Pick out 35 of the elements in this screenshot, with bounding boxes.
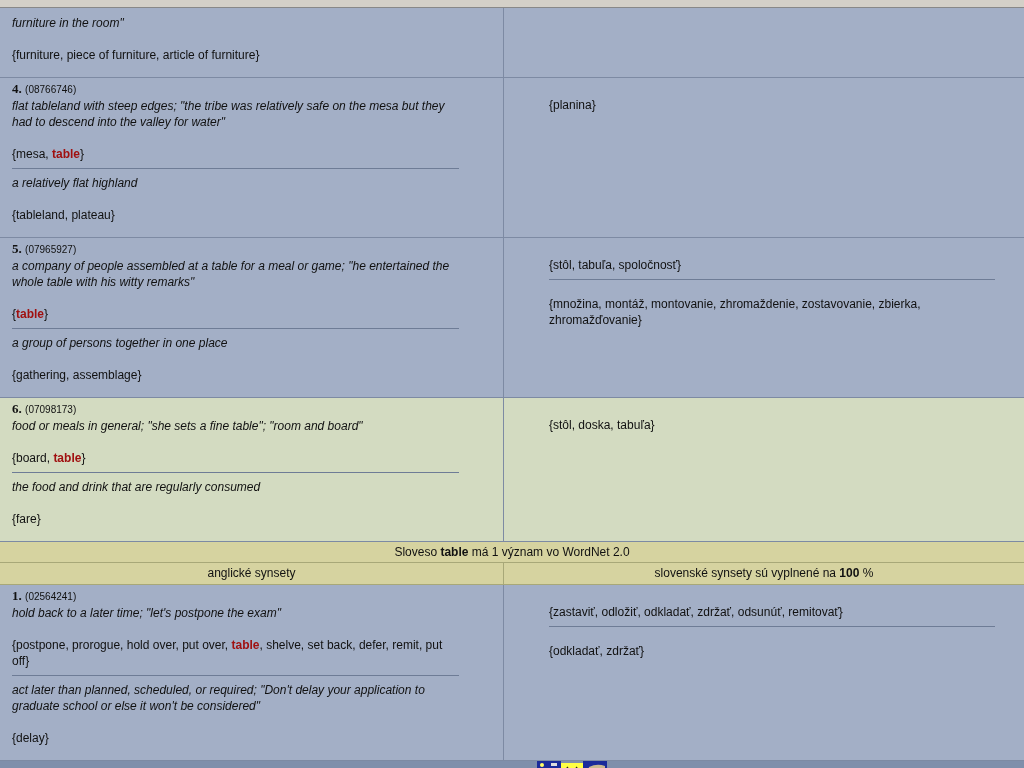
synset-text: {board, table} xyxy=(12,450,87,466)
slovak-synset: {množina, montáž, montovanie, zhromaždenie, zostavovanie, zbierka, zhromažďovanie} xyxy=(549,296,922,328)
sense-number: 6. xyxy=(12,401,22,416)
gloss-text: furniture in the room" xyxy=(12,15,125,31)
synset-text: {gathering, assemblage} xyxy=(12,367,143,383)
slovak-synset: {stôl, tabuľa, spoločnosť} xyxy=(549,257,683,273)
synset-text: {postpone, prorogue, hold over, put over, table, shelve, set back, defer, remit, put off} xyxy=(12,637,444,669)
sense-number: 5. xyxy=(12,241,22,256)
gloss-text: hold back to a later time; "let's postpone the exam" xyxy=(12,605,283,621)
sense-number: 1. xyxy=(12,588,22,603)
synset-text: {tableland, plateau} xyxy=(12,207,116,223)
synset-text: {fare} xyxy=(12,511,42,527)
slovak-synset: {planina} xyxy=(549,97,597,113)
gloss-text: a company of people assembled at a table for a meal or game; "he entertained the whole table with his witty remarks" xyxy=(12,258,451,290)
gloss-text: the food and drink that are regularly consumed xyxy=(12,479,262,495)
synset-text: {table} xyxy=(12,306,50,322)
synset-text: {furniture, piece of furniture, article of furniture} xyxy=(12,47,261,63)
column-header: anglické synsety xyxy=(0,563,504,584)
synset-id: (07965927) xyxy=(25,244,77,255)
gloss-text: act later than planned, scheduled, or required; "Don't delay your application to graduate school or else it won't be considered" xyxy=(12,682,426,714)
gloss-text: a group of persons together in one place xyxy=(12,335,229,351)
synset-text: {mesa, table} xyxy=(12,146,86,162)
synset-text: {delay} xyxy=(12,730,50,746)
synset-id: (07098173) xyxy=(25,404,77,415)
gloss-text: a relatively flat highland xyxy=(12,175,139,191)
section-heading: Sloveso table má 1 význam vo WordNet 2.0 xyxy=(0,542,1024,563)
slovak-synset: {stôl, doska, tabuľa} xyxy=(549,417,656,433)
slovak-synset: {zastaviť, odložiť, odkladať, zdržať, odsunúť, remitovať} xyxy=(549,604,844,620)
column-header: slovenské synsety sú vyplnené na 100 % xyxy=(653,565,875,582)
gloss-text: flat tableland with steep edges; "the tribe was relatively safe on the mesa but they had to descend into the valley for water" xyxy=(12,98,446,130)
synset-id: (02564241) xyxy=(25,591,77,602)
sense-number: 4. xyxy=(12,81,22,96)
synset-id: (08766746) xyxy=(25,84,77,95)
slovak-synset: {odkladať, zdržať} xyxy=(549,643,646,659)
gloss-text: food or meals in general; "she sets a fine table"; "room and board" xyxy=(12,418,364,434)
